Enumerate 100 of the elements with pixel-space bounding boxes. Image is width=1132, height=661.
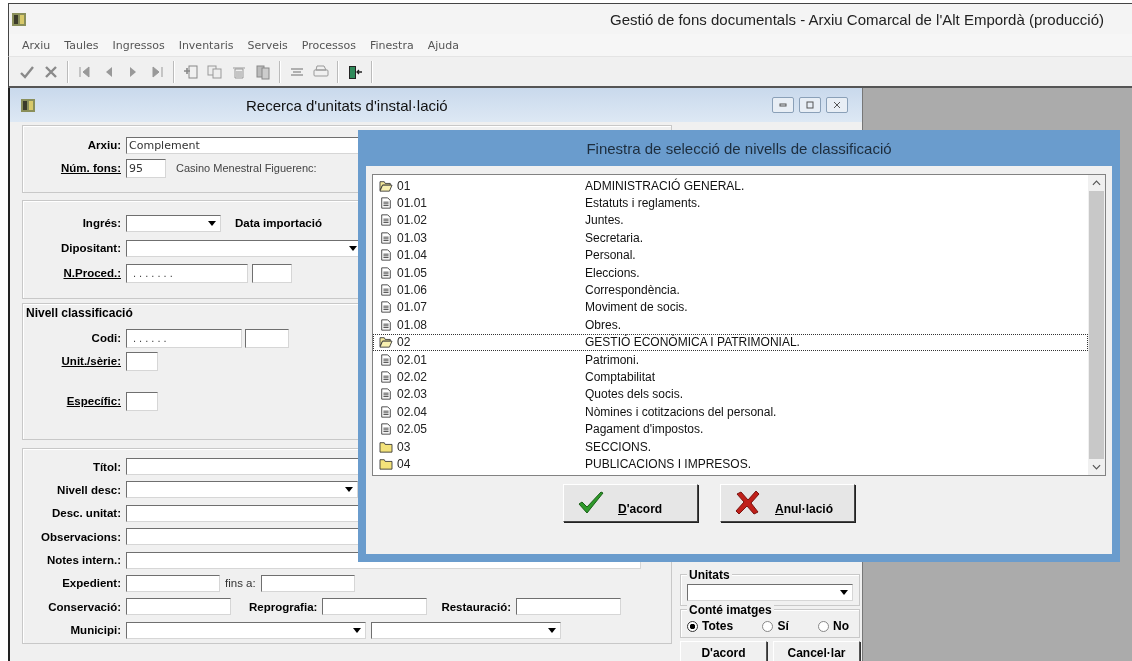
- radio-button[interactable]: [762, 620, 774, 632]
- menu-item[interactable]: Arxiu: [22, 38, 51, 52]
- radio-button[interactable]: [818, 620, 829, 632]
- field-label: Observacions:: [40, 530, 121, 543]
- list-row[interactable]: 01.07 Moviment de socis.: [373, 298, 1088, 317]
- document-icon: [379, 284, 393, 297]
- scroll-down-icon[interactable]: [1092, 464, 1101, 470]
- menu-item[interactable]: Processos: [301, 38, 356, 52]
- dialog-button[interactable]: D'acord: [563, 484, 698, 522]
- menu-item[interactable]: Ingressos: [112, 38, 165, 52]
- app-icon: [11, 11, 27, 27]
- add-record-icon[interactable]: [183, 63, 199, 80]
- list-row[interactable]: 01 ADMINISTRACIÓ GENERAL.: [373, 177, 1088, 195]
- level-code: 02: [397, 335, 412, 350]
- level-name: SECCIONS.: [585, 439, 651, 454]
- scroll-up-icon[interactable]: [1092, 180, 1101, 186]
- document-icon: [379, 266, 393, 279]
- dialog-title: Finestra de selecció de nivells de classificació: [585, 139, 893, 159]
- dialog-button[interactable]: Anul·lació: [720, 484, 855, 522]
- dropdown-field[interactable]: [126, 621, 366, 639]
- level-code: 01.01: [397, 196, 429, 211]
- level-code: 02.05: [397, 422, 429, 437]
- level-code: 01.06: [397, 283, 429, 298]
- form-button[interactable]: D'acord: [680, 641, 767, 661]
- input-field[interactable]: [126, 574, 220, 592]
- radio-option[interactable]: No: [818, 619, 849, 633]
- list-row[interactable]: 02.03 Quotes dels socis.: [373, 385, 1088, 404]
- field-label: Conservació:: [47, 600, 121, 613]
- input-field[interactable]: [126, 351, 158, 371]
- input-field[interactable]: [126, 598, 231, 616]
- app-title: Gestió de fons documentals - Arxiu Comarcal de l'Alt Empordà (producció): [610, 10, 1104, 28]
- radio-option[interactable]: Totes: [687, 619, 734, 633]
- list-row[interactable]: 01.04 Personal.: [373, 246, 1088, 264]
- field-label: Específic:: [65, 395, 121, 407]
- input-field[interactable]: [252, 263, 292, 283]
- caret-icon: [840, 590, 848, 595]
- level-code: 03: [397, 439, 412, 454]
- form-button[interactable]: Cancel·lar: [773, 641, 860, 661]
- menu-item[interactable]: Taules: [64, 38, 99, 52]
- list-row[interactable]: 02 GESTIÓ ECONÒMICA I PATRIMONIAL.: [373, 333, 1088, 351]
- field-label: Dipositant:: [59, 242, 121, 254]
- menu-item[interactable]: Serveis: [247, 38, 288, 52]
- exit-door-icon[interactable]: [347, 63, 363, 80]
- list-row[interactable]: 01.06 Correspondència.: [373, 281, 1088, 299]
- close-button[interactable]: [826, 97, 848, 113]
- input-field[interactable]: [126, 391, 158, 411]
- list-row[interactable]: 02.05 Pagament d'impostos.: [373, 420, 1088, 438]
- input-field[interactable]: 95: [126, 158, 166, 178]
- scrollbar[interactable]: [1088, 175, 1105, 475]
- input-field[interactable]: . . . . . . .: [126, 263, 248, 283]
- list-row[interactable]: 01.02 Juntes.: [373, 211, 1088, 230]
- field-label: Restauració:: [441, 600, 512, 613]
- list-row[interactable]: 04 PUBLICACIONS I IMPRESOS.: [373, 455, 1088, 473]
- input-field[interactable]: [260, 574, 355, 592]
- menu-item[interactable]: Inventaris: [178, 38, 234, 52]
- level-code: 04: [397, 456, 412, 471]
- input-field[interactable]: [516, 598, 622, 616]
- list-row[interactable]: 01.01 Estatuts i reglaments.: [373, 194, 1088, 212]
- level-name: Patrimoni.: [585, 352, 640, 367]
- field-label: Ingrés:: [81, 217, 121, 229]
- list-row[interactable]: 02.04 Nòmines i cotitzacions del personal.: [373, 403, 1088, 421]
- window-title: Recerca d'unitats d'instal·lació: [246, 96, 448, 114]
- list-row[interactable]: 01.08 Obres.: [373, 316, 1088, 334]
- close-icon[interactable]: [43, 63, 59, 80]
- list-row[interactable]: 02.02 Comptabilitat: [373, 368, 1088, 386]
- input-field[interactable]: [245, 328, 289, 348]
- input-field[interactable]: . . . . . .: [126, 328, 242, 348]
- caret-icon: [349, 245, 357, 251]
- radio-label: No: [833, 619, 849, 633]
- level-name: Estatuts i reglaments.: [585, 196, 701, 211]
- menu-item[interactable]: Ajuda: [427, 38, 459, 52]
- field-label: Desc. unitat:: [51, 507, 121, 520]
- close-icon: [832, 100, 842, 110]
- level-code: 01.03: [397, 230, 429, 245]
- list-row[interactable]: 01.05 Eleccions.: [373, 263, 1088, 282]
- level-code: 01.02: [397, 213, 429, 228]
- document-icon: [379, 214, 393, 227]
- radio-option[interactable]: Sí: [762, 619, 789, 633]
- list-row[interactable]: 01.03 Secretaria.: [373, 229, 1088, 247]
- input-field[interactable]: [322, 598, 428, 616]
- menu-item[interactable]: Finestra: [370, 38, 414, 52]
- dropdown-field[interactable]: [687, 584, 853, 601]
- caret-icon: [353, 627, 361, 633]
- field-label: Núm. fons:: [59, 162, 121, 174]
- level-code: 02.04: [397, 404, 429, 419]
- document-icon: [379, 301, 393, 314]
- scroll-thumb[interactable]: [1089, 191, 1104, 459]
- app-icon: [20, 97, 36, 113]
- list-row[interactable]: 03 SECCIONS.: [373, 437, 1088, 456]
- dropdown-field[interactable]: [126, 214, 221, 232]
- level-code: 02.02: [397, 370, 429, 384]
- list-row[interactable]: 02.01 Patrimoni.: [373, 350, 1088, 369]
- dropdown-field[interactable]: [371, 621, 561, 639]
- document-icon: [379, 388, 393, 401]
- caret-icon: [548, 627, 556, 633]
- field-label: Codi:: [90, 332, 121, 344]
- radio-button[interactable]: [687, 620, 698, 632]
- level-name: PUBLICACIONS I IMPRESOS.: [585, 456, 752, 471]
- dropdown-field[interactable]: [126, 481, 358, 499]
- radio-label: Sí: [777, 619, 789, 633]
